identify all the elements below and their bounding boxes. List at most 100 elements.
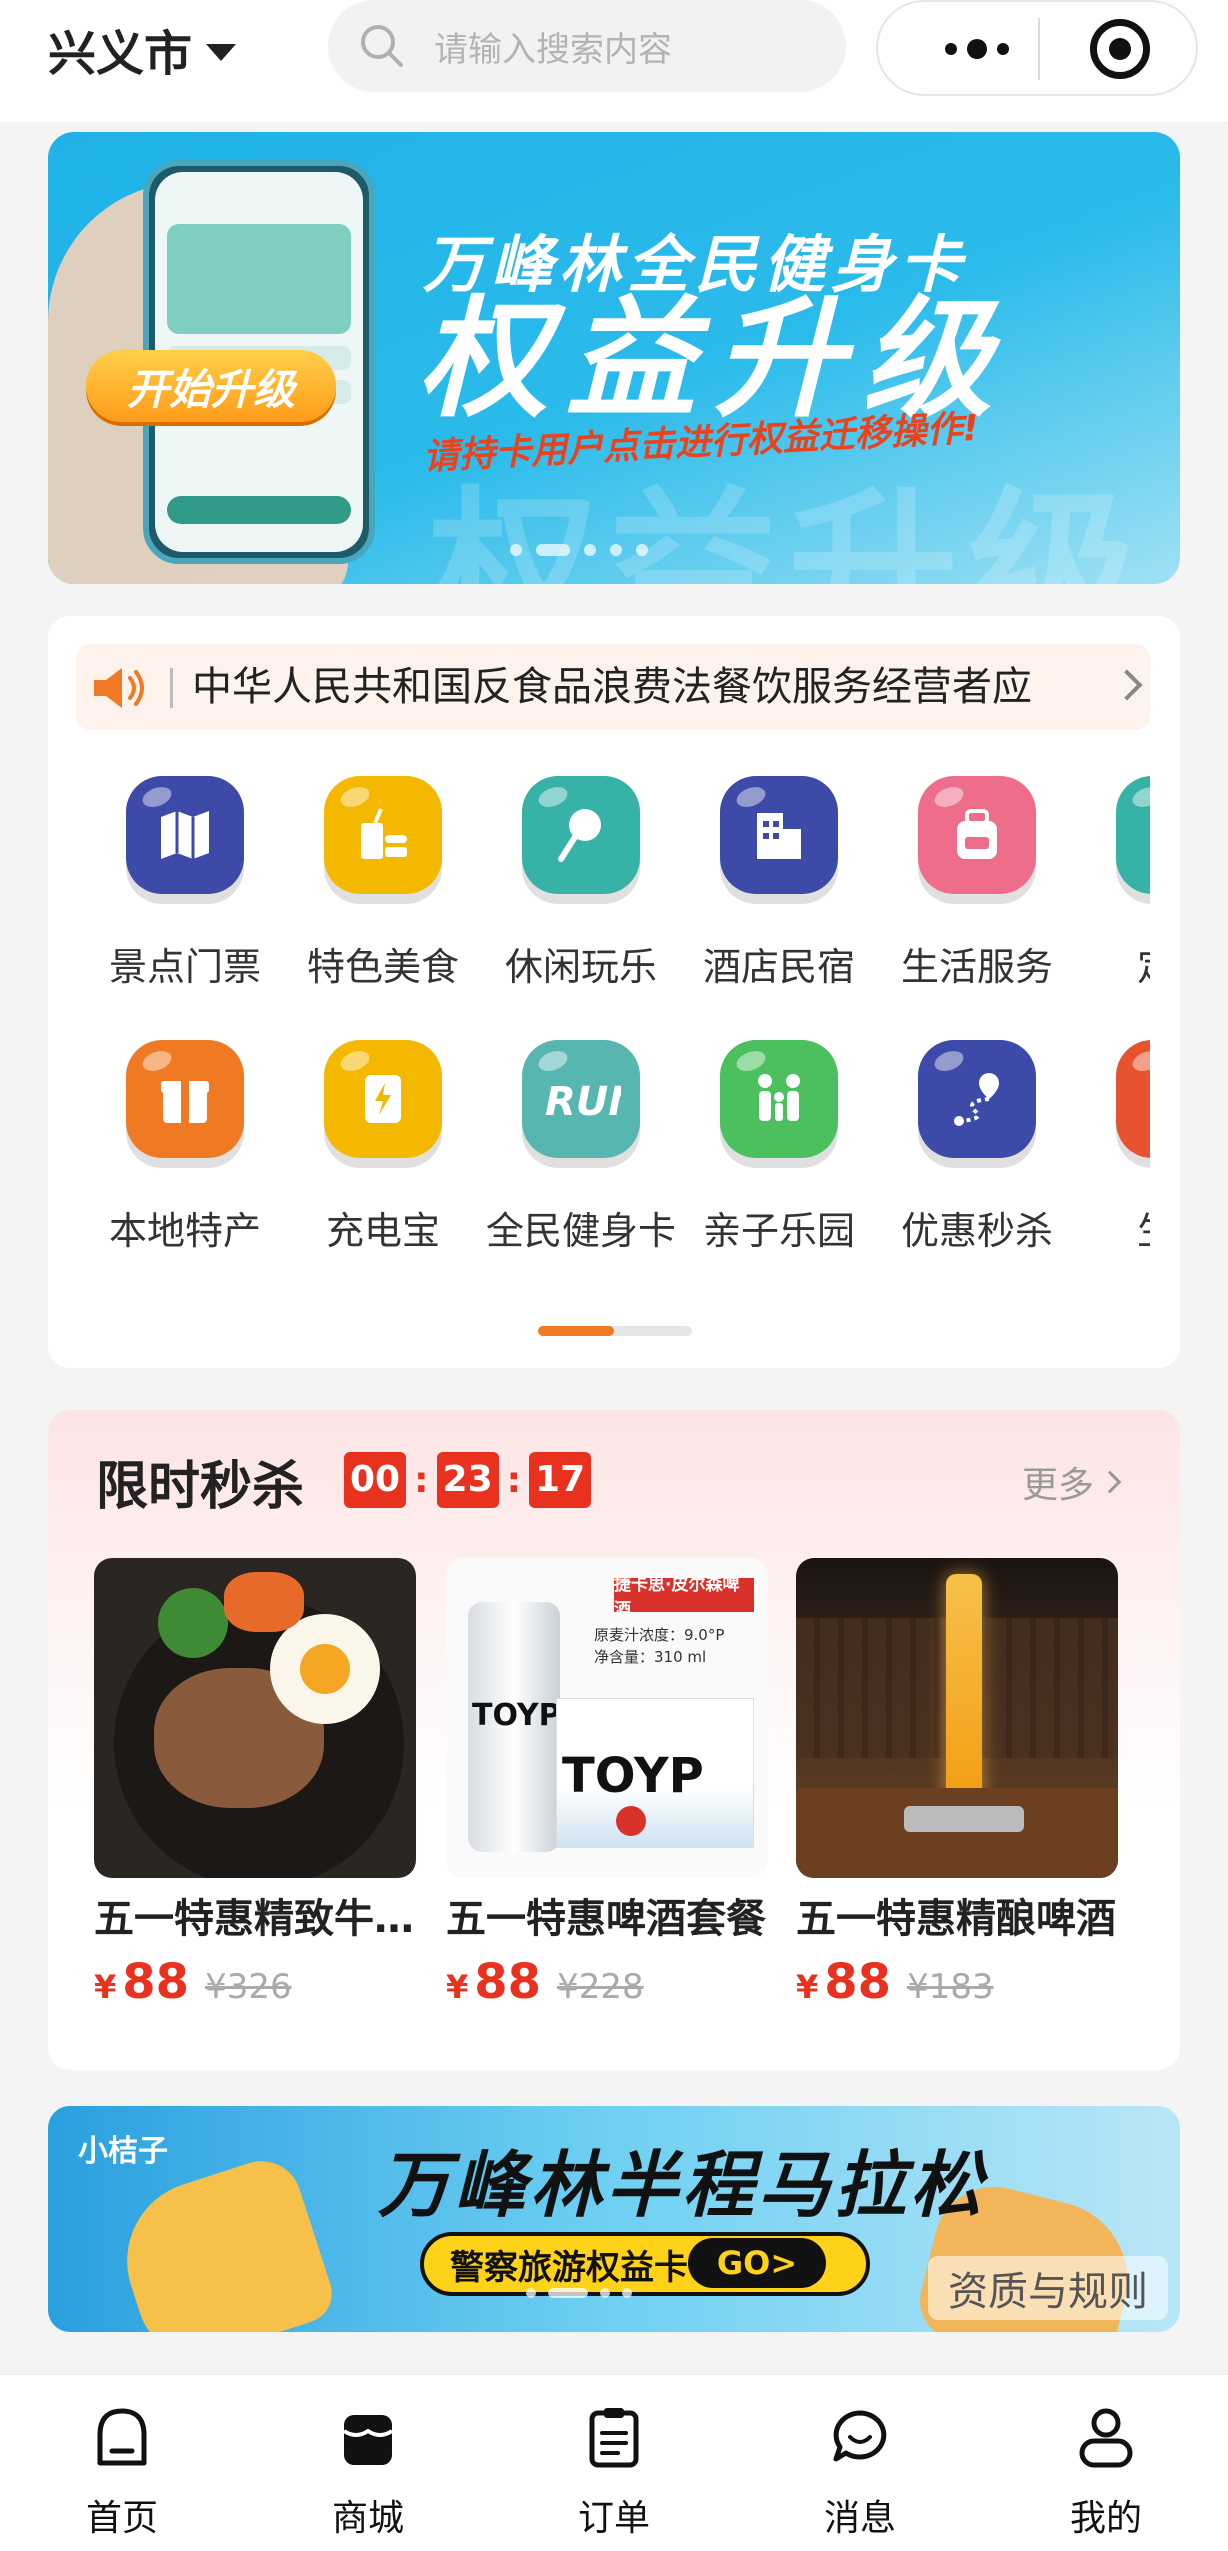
search-icon bbox=[361, 25, 403, 67]
route-pin-icon bbox=[918, 1040, 1036, 1158]
product-image-craft-beer bbox=[796, 1558, 1118, 1878]
chevron-right-icon[interactable] bbox=[1111, 669, 1143, 701]
notice-divider bbox=[170, 668, 173, 708]
timer-seconds: 17 bbox=[529, 1452, 592, 1508]
sale-price: 88 bbox=[824, 1954, 892, 2010]
tab-label: 商城 bbox=[331, 2498, 404, 2539]
notice-bar[interactable]: 中华人民共和国反食品浪费法餐饮服务经营者应 bbox=[76, 644, 1150, 730]
banner-dot-active bbox=[548, 2288, 588, 2298]
product-card[interactable]: 五一特惠精致牛排套餐 ¥ 88 ¥326 bbox=[94, 1558, 416, 2010]
more-label: 更多 bbox=[1022, 1465, 1095, 1506]
flash-sale-title: 限时秒杀 bbox=[96, 1457, 305, 1517]
beer-spec: 净含量：310 ml bbox=[594, 1648, 707, 1666]
category-item[interactable]: 酒店民宿 bbox=[670, 776, 868, 1006]
life-icon bbox=[1116, 1040, 1150, 1158]
tab-label: 我的 bbox=[1069, 2498, 1142, 2539]
beer-brand: TOYP bbox=[472, 1698, 561, 1733]
category-item[interactable]: 景点门票 bbox=[76, 776, 274, 1006]
category-item[interactable]: RUN 全民健身卡 bbox=[472, 1040, 676, 1256]
profile-icon bbox=[1079, 2408, 1133, 2468]
search-bar[interactable]: 请输入搜索内容 bbox=[328, 0, 846, 92]
category-item[interactable]: 亲子乐园 bbox=[670, 1040, 868, 1256]
gift-box-icon bbox=[126, 1040, 244, 1158]
more-menu-icon[interactable] bbox=[922, 32, 1032, 66]
city-name: 兴义市 bbox=[48, 26, 193, 82]
svg-text:RUN: RUN bbox=[545, 1079, 621, 1125]
tab-shop[interactable]: 商城 bbox=[288, 2405, 448, 2545]
product-price: ¥ 88 ¥183 bbox=[796, 1954, 1118, 2010]
city-selector[interactable]: 兴义市 bbox=[48, 14, 237, 84]
marathon-banner[interactable]: 小桔子 万峰林半程马拉松 警察旅游权益卡 GO> 资质与规则 bbox=[48, 2106, 1180, 2332]
tab-orders[interactable]: 订单 bbox=[534, 2405, 694, 2545]
message-icon bbox=[833, 2410, 887, 2462]
category-item[interactable]: 生活 bbox=[1066, 1040, 1150, 1256]
category-label: 生活服务 bbox=[900, 945, 1053, 989]
tab-profile[interactable]: 我的 bbox=[1026, 2405, 1186, 2545]
banner-dot bbox=[636, 544, 648, 556]
category-label: 酒店民宿 bbox=[702, 945, 855, 989]
top-bar: 兴义市 请输入搜索内容 bbox=[0, 0, 1228, 122]
sale-price: 88 bbox=[122, 1954, 190, 2010]
promo-banner[interactable]: 权益升级 开始升级 万峰林全民健身卡 权益升级 请持卡用户点击进行权益迁移操作! bbox=[48, 132, 1180, 584]
original-price: ¥228 bbox=[557, 1967, 644, 2007]
banner-dot bbox=[600, 2288, 610, 2298]
product-name: 五一特惠精酿啤酒 bbox=[796, 1896, 1116, 1942]
rules-button[interactable]: 资质与规则 bbox=[928, 2256, 1168, 2320]
building-icon bbox=[720, 776, 838, 894]
notice-text: 中华人民共和国反食品浪费法餐饮服务经营者应 bbox=[192, 664, 1032, 710]
tab-label: 消息 bbox=[823, 2498, 896, 2539]
family-icon bbox=[720, 1040, 838, 1158]
caret-down-icon bbox=[206, 43, 237, 61]
home-icon bbox=[97, 2408, 147, 2466]
drink-burger-icon bbox=[324, 776, 442, 894]
beer-label: 捷卡思·皮尔森啤酒 bbox=[614, 1575, 754, 1620]
countdown-timer: 00 : 23 : 17 bbox=[344, 1452, 592, 1508]
pill-text: 警察旅游权益卡 bbox=[450, 2247, 688, 2288]
category-label: 生活 bbox=[1066, 1200, 1150, 1255]
more-link[interactable]: 更多 bbox=[1022, 1456, 1122, 1508]
product-name: 五一特惠啤酒套餐 bbox=[446, 1896, 766, 1942]
chevron-right-icon bbox=[1098, 1470, 1122, 1494]
go-button[interactable]: GO> bbox=[688, 2238, 826, 2288]
banner-dot bbox=[510, 544, 522, 556]
mini-program-capsule bbox=[876, 0, 1198, 96]
banner-dot bbox=[610, 544, 622, 556]
lollipop-icon bbox=[522, 776, 640, 894]
marathon-title: 万峰林半程马拉松 bbox=[378, 2143, 987, 2227]
product-card[interactable]: 捷卡思·皮尔森啤酒 原麦汁浓度：9.0°P 净含量：310 ml TOYP TO… bbox=[446, 1558, 768, 2010]
currency-symbol: ¥ bbox=[796, 1968, 819, 2006]
category-item[interactable]: 生活服务 bbox=[868, 776, 1066, 1006]
category-label: 全民健身卡 bbox=[485, 1209, 676, 1253]
product-price: ¥ 88 ¥228 bbox=[446, 1954, 768, 2010]
product-name: 五一特惠精致牛排套餐 bbox=[94, 1896, 416, 1942]
backpack-icon bbox=[918, 776, 1036, 894]
tab-label: 订单 bbox=[577, 2498, 650, 2539]
category-item[interactable]: 充电宝 bbox=[274, 1040, 472, 1256]
tab-home[interactable]: 首页 bbox=[42, 2405, 202, 2545]
category-item[interactable]: 休闲玩乐 bbox=[472, 776, 670, 1006]
original-price: ¥183 bbox=[907, 1967, 994, 2007]
bottom-tab-bar: 首页 商城 订单 消息 我的 bbox=[0, 2374, 1228, 2551]
category-grid: 景点门票 特色美食 休闲玩乐 酒店民宿 生活服务 本地特产 充电宝 RU 全民健… bbox=[48, 776, 1150, 1256]
category-pager bbox=[538, 1326, 692, 1336]
timer-minutes: 23 bbox=[436, 1452, 499, 1508]
close-miniprogram-icon[interactable] bbox=[1090, 19, 1150, 79]
product-price: ¥ 88 ¥326 bbox=[94, 1954, 416, 2010]
runner-illustration bbox=[106, 2150, 340, 2332]
banner-logo: 小桔子 bbox=[78, 2134, 168, 2169]
start-upgrade-button[interactable]: 开始升级 bbox=[86, 350, 336, 422]
category-item[interactable]: 定制 bbox=[1066, 776, 1150, 1006]
category-label: 特色美食 bbox=[306, 945, 459, 989]
tab-messages[interactable]: 消息 bbox=[780, 2405, 940, 2545]
category-item[interactable]: 本地特产 bbox=[76, 1040, 274, 1256]
category-label: 景点门票 bbox=[108, 945, 261, 989]
category-label: 充电宝 bbox=[325, 1209, 440, 1253]
category-item[interactable]: 优惠秒杀 bbox=[868, 1040, 1066, 1256]
banner-dot bbox=[526, 2288, 536, 2298]
banner2-pagination bbox=[526, 2288, 632, 2298]
flash-sale-section: 限时秒杀 00 : 23 : 17 更多 五一特惠精致牛排套餐 ¥ 88 ¥32… bbox=[48, 1410, 1180, 2070]
category-pager-thumb bbox=[538, 1326, 614, 1336]
product-card[interactable]: 五一特惠精酿啤酒 ¥ 88 ¥183 bbox=[796, 1558, 1118, 2010]
category-item[interactable]: 特色美食 bbox=[274, 776, 472, 1006]
category-label: 优惠秒杀 bbox=[900, 1209, 1053, 1253]
